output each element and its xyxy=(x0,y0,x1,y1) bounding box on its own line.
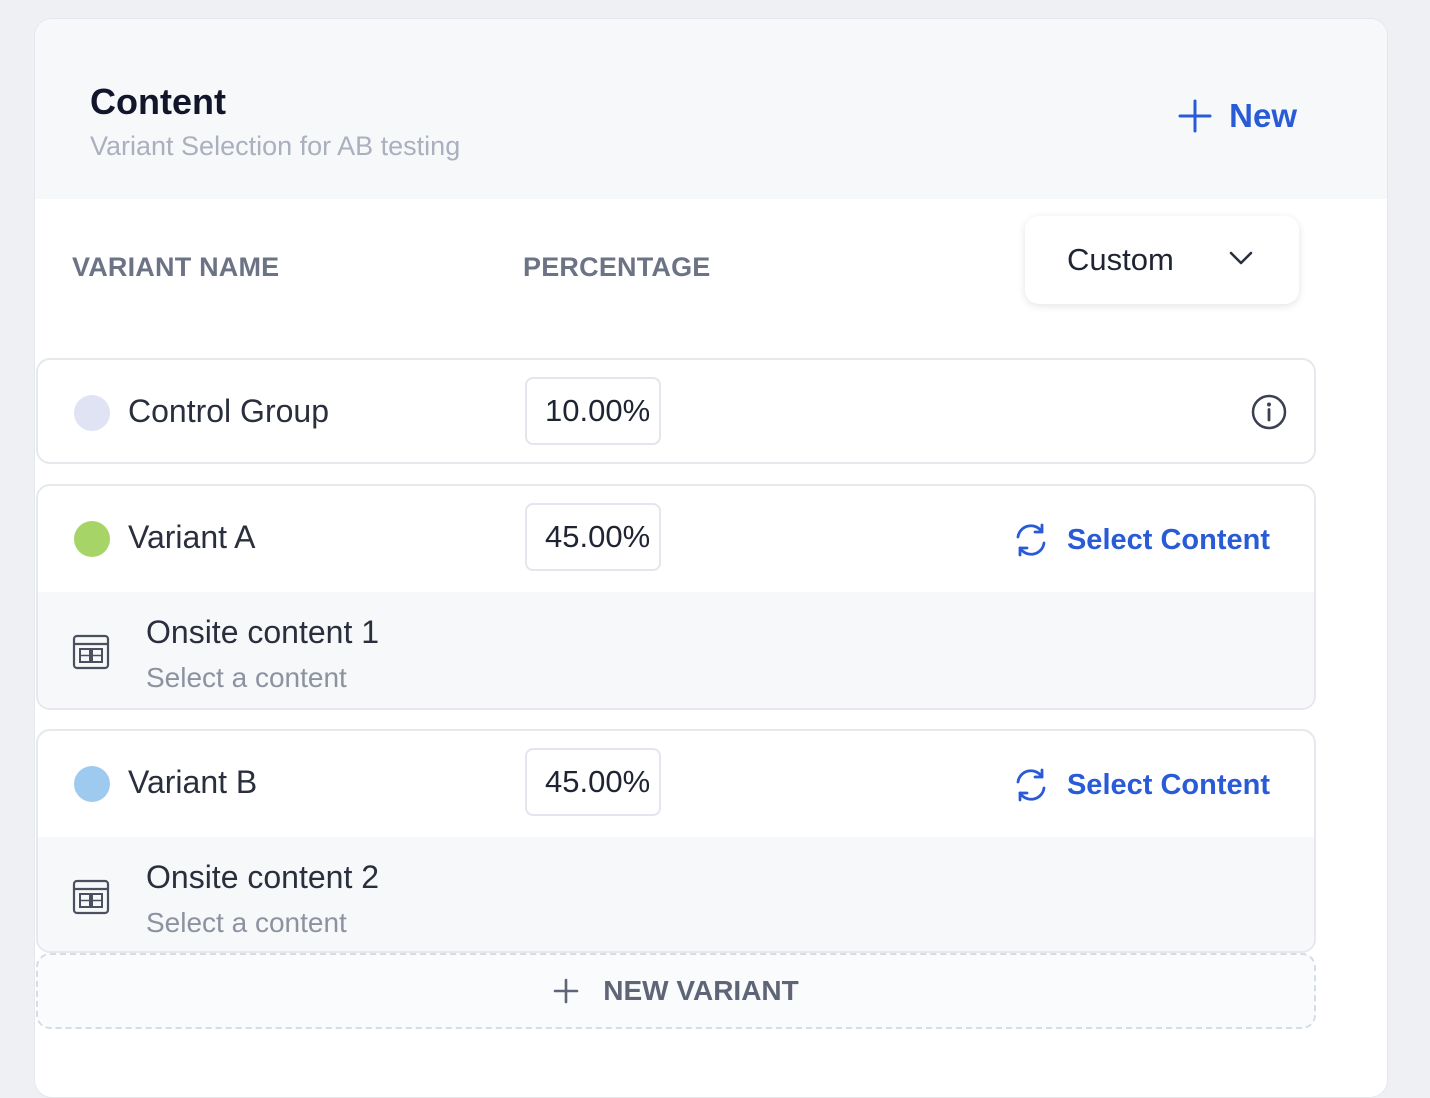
select-content-button[interactable]: Select Content xyxy=(1011,520,1270,560)
refresh-icon xyxy=(1016,523,1046,557)
chevron-down-icon xyxy=(1229,251,1253,265)
column-header-percentage: PERCENTAGE xyxy=(523,252,711,282)
variant-color-dot xyxy=(74,395,110,431)
variant-name: Variant A xyxy=(128,519,256,555)
content-row[interactable]: Onsite content 1 Select a content xyxy=(38,592,1314,708)
plus-icon xyxy=(553,978,579,1004)
content-subtitle: Select a content xyxy=(146,907,347,938)
content-layout-icon xyxy=(72,879,110,915)
distribution-dropdown[interactable]: Custom xyxy=(1025,216,1299,304)
variant-name: Variant B xyxy=(128,764,258,800)
percentage-input[interactable] xyxy=(525,377,661,445)
distribution-dropdown-value: Custom xyxy=(1067,242,1174,277)
new-variant-label: NEW VARIANT xyxy=(603,975,799,1006)
content-row[interactable]: Onsite content 2 Select a content xyxy=(38,837,1314,951)
select-content-label: Select Content xyxy=(1066,768,1270,801)
new-button[interactable]: New xyxy=(1177,97,1297,135)
new-variant-button[interactable]: NEW VARIANT xyxy=(36,953,1316,1029)
variant-color-dot xyxy=(74,766,110,802)
page-title: Content xyxy=(90,81,226,122)
content-title: Onsite content 1 xyxy=(146,614,380,650)
variant-row: Variant A Select Content xyxy=(38,486,1314,592)
percentage-input[interactable] xyxy=(525,748,661,816)
variant-row: Variant B Select Content xyxy=(38,731,1314,837)
variant-card-a: Variant A Select Content Onsite content … xyxy=(36,484,1316,710)
content-layout-icon xyxy=(72,634,110,670)
card-header: Content Variant Selection for AB testing… xyxy=(35,19,1387,199)
column-header-variant-name: VARIANT NAME xyxy=(72,252,280,282)
percentage-input[interactable] xyxy=(525,503,661,571)
variant-card-b: Variant B Select Content Onsite content … xyxy=(36,729,1316,953)
content-subtitle: Select a content xyxy=(146,662,347,693)
select-content-label: Select Content xyxy=(1066,523,1270,556)
refresh-icon xyxy=(1016,768,1046,802)
variant-row: Control Group xyxy=(38,360,1314,462)
page-subtitle: Variant Selection for AB testing xyxy=(90,131,461,161)
new-button-label: New xyxy=(1229,97,1297,134)
variant-color-dot xyxy=(74,521,110,557)
variant-name: Control Group xyxy=(128,393,329,429)
content-title: Onsite content 2 xyxy=(146,859,380,895)
plus-icon xyxy=(1178,99,1212,133)
info-icon[interactable] xyxy=(1250,393,1288,431)
variant-card-control-group: Control Group xyxy=(36,358,1316,464)
select-content-button[interactable]: Select Content xyxy=(1011,765,1270,805)
